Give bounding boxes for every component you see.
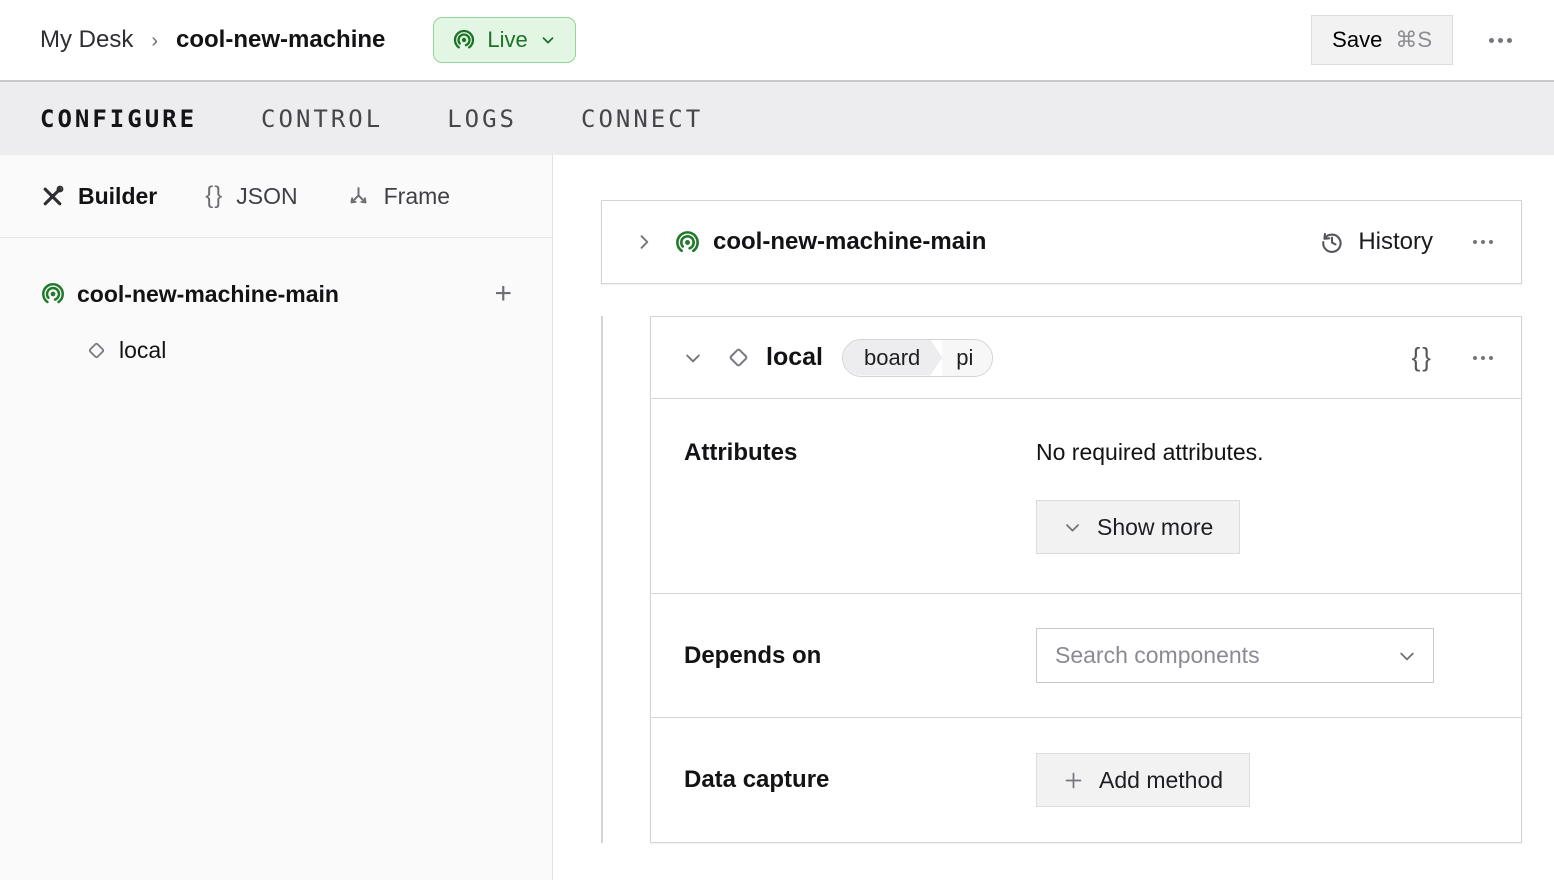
tree-item-machine-part-label: cool-new-machine-main [77,281,339,308]
attributes-section: Attributes No required attributes. Show … [651,399,1521,594]
machine-status-badge[interactable]: Live [433,17,575,63]
ellipsis-icon [1489,38,1494,43]
chevron-down-icon[interactable] [683,348,703,368]
attributes-empty-text: No required attributes. [1036,439,1521,466]
history-button[interactable]: History [1299,228,1433,256]
view-tab-json-label: JSON [236,183,297,210]
braces-icon: {} [205,182,223,210]
component-diamond-icon [85,339,108,362]
view-tab-json[interactable]: {} JSON [205,182,297,210]
breadcrumb-separator: › [151,28,158,53]
view-tab-builder-label: Builder [78,183,157,210]
save-shortcut-hint: ⌘S [1395,27,1432,53]
tree-indent-line [601,316,603,843]
tab-logs[interactable]: LOGS [447,105,517,133]
frame-axes-icon [346,184,371,209]
tree-item-machine-part[interactable]: cool-new-machine-main + [0,266,552,322]
view-tab-builder[interactable]: Builder [40,183,157,210]
sidebar-view-tabs: Builder {} JSON Frame [0,155,552,238]
history-clock-icon [1319,229,1345,255]
component-card-title: local [766,343,823,372]
part-card-menu-button[interactable] [1471,234,1495,250]
add-resource-button[interactable]: + [494,279,512,309]
resource-tree: cool-new-machine-main + local [0,238,552,378]
machine-part-icon [40,281,66,307]
chevron-right-icon[interactable] [634,232,654,252]
component-type-pill: board pi [842,339,993,377]
attributes-label: Attributes [651,439,1036,593]
breadcrumb-parent-link[interactable]: My Desk [40,26,133,54]
component-card-menu-button[interactable] [1471,350,1495,366]
add-method-button[interactable]: Add method [1036,753,1250,807]
ellipsis-icon [1473,240,1477,244]
add-method-button-label: Add method [1099,767,1223,794]
plus-icon [1063,770,1084,791]
machine-nav-tabs: CONFIGURE CONTROL LOGS CONNECT [0,82,1554,155]
tree-item-component-local-label: local [119,337,166,364]
data-capture-section: Data capture Add method [651,718,1521,842]
component-model: pi [942,340,992,376]
broadcast-icon [452,28,476,52]
component-card-header: local board pi {} [651,317,1521,399]
chevron-down-icon [1397,646,1417,666]
component-json-toggle-button[interactable]: {} [1412,342,1433,373]
view-tab-frame[interactable]: Frame [346,183,450,210]
tab-connect[interactable]: CONNECT [581,105,703,133]
chevron-down-icon [1063,518,1082,537]
header-actions: Save ⌘S [1311,15,1514,65]
show-more-button[interactable]: Show more [1036,500,1240,554]
config-sidebar: Builder {} JSON Frame [0,155,553,880]
config-main-pane: cool-new-machine-main History [553,155,1554,880]
view-tab-frame-label: Frame [384,183,450,210]
component-card-local: local board pi {} Attributes No required… [650,316,1522,843]
depends-on-select[interactable] [1036,628,1434,683]
tab-configure[interactable]: CONFIGURE [40,105,197,133]
tools-icon [40,184,65,209]
component-diamond-icon [725,344,752,371]
breadcrumb: My Desk › cool-new-machine [40,26,385,54]
content-area: Builder {} JSON Frame [0,155,1554,880]
machine-part-card-title: cool-new-machine-main [713,228,986,256]
depends-on-label: Depends on [651,642,1036,670]
history-button-label: History [1358,228,1433,256]
chevron-down-icon [539,31,557,49]
header-overflow-menu-button[interactable] [1487,32,1514,49]
top-header: My Desk › cool-new-machine Live Save ⌘S [0,0,1554,82]
data-capture-label: Data capture [651,766,1036,794]
ellipsis-icon [1473,356,1477,360]
tree-item-component-local[interactable]: local [0,322,552,378]
status-badge-label: Live [487,27,527,53]
save-button[interactable]: Save ⌘S [1311,15,1453,65]
component-type: board [843,340,942,376]
search-components-input[interactable] [1041,642,1397,669]
show-more-button-label: Show more [1097,514,1213,541]
machine-part-icon [674,229,701,256]
save-button-label: Save [1332,27,1382,53]
tab-control[interactable]: CONTROL [261,105,383,133]
machine-part-card: cool-new-machine-main History [601,200,1522,284]
breadcrumb-current-machine: cool-new-machine [176,26,385,54]
depends-on-section: Depends on [651,594,1521,718]
